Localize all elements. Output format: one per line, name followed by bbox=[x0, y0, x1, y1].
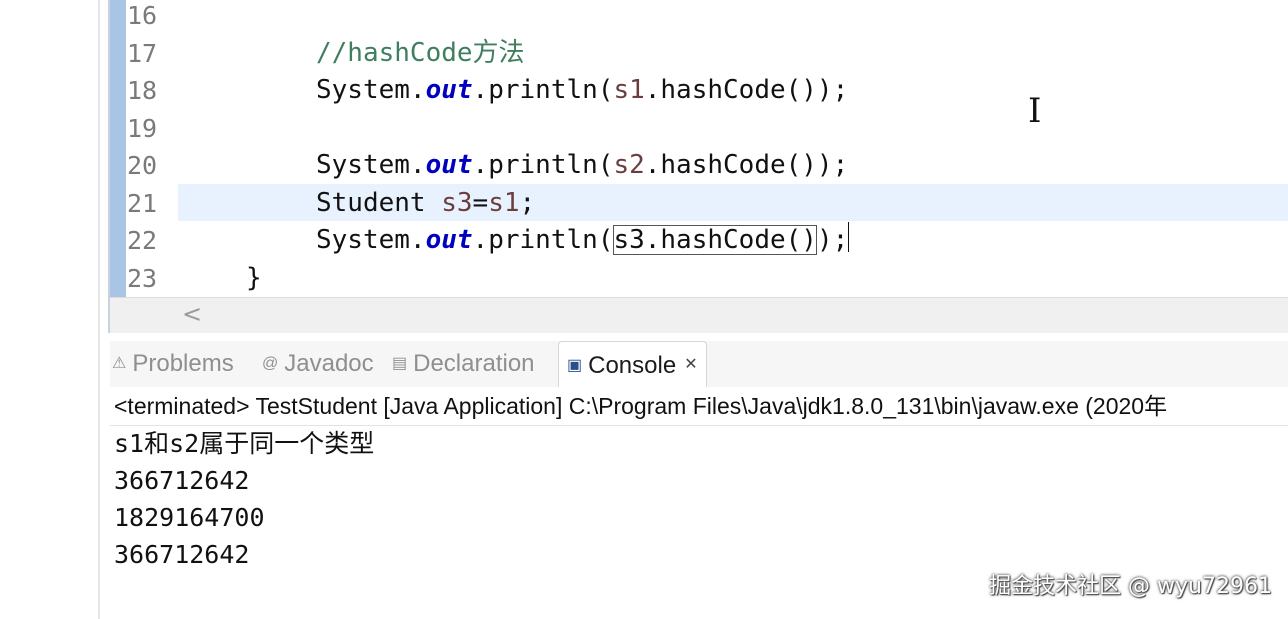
tab-console[interactable]: ▣ Console ✕ bbox=[558, 341, 707, 388]
line-number: 18 bbox=[127, 76, 158, 105]
line-number: 21 bbox=[127, 188, 158, 218]
tab-problems[interactable]: ⚠ Problems bbox=[112, 341, 234, 387]
line-number: 20 bbox=[127, 151, 158, 180]
console-output-line: s1和s2属于同一个类型 bbox=[114, 429, 375, 458]
code-token: .hashCode()); bbox=[644, 150, 849, 180]
code-token: ; bbox=[519, 187, 536, 218]
tab-javadoc[interactable]: @ Javadoc bbox=[262, 341, 374, 387]
overview-ruler[interactable] bbox=[110, 0, 126, 297]
text-cursor-icon: I bbox=[1028, 91, 1042, 131]
code-line[interactable]: Student s3=s1; bbox=[316, 185, 535, 222]
tab-label: Declaration bbox=[413, 350, 535, 377]
line-number: 19 bbox=[127, 113, 158, 143]
status-text: <terminated> TestStudent [Java Applicati… bbox=[114, 393, 1168, 419]
scroll-left-icon[interactable]: < bbox=[182, 300, 202, 328]
code-line[interactable]: System.out.println(s3.hashCode()); bbox=[316, 222, 850, 259]
tab-label: Console bbox=[588, 352, 677, 379]
code-token: out bbox=[425, 150, 473, 180]
declaration-icon: ▤ bbox=[392, 355, 408, 372]
code-line[interactable]: //hashCode方法 bbox=[316, 35, 525, 72]
console-tab-bar: ⚠ Problems @ Javadoc ▤ Declaration ▣ Console… bbox=[110, 341, 1288, 388]
text-caret bbox=[848, 222, 850, 252]
javadoc-icon: @ bbox=[262, 355, 279, 372]
code-token: out bbox=[425, 225, 473, 255]
code-line[interactable]: System.out.println(s2.hashCode()); bbox=[316, 147, 848, 184]
left-divider bbox=[98, 0, 100, 619]
code-line[interactable]: System.out.println(s1.hashCode()); bbox=[316, 72, 848, 109]
code-token: .println( bbox=[472, 150, 614, 180]
code-token: ); bbox=[816, 225, 849, 255]
code-token: = bbox=[472, 187, 489, 218]
code-token: s3 bbox=[441, 187, 473, 218]
line-number: 16 bbox=[127, 1, 158, 30]
console-output-line: 1829164700 bbox=[114, 503, 265, 532]
code-token: } bbox=[246, 262, 262, 293]
console-status-line: <terminated> TestStudent [Java Applicati… bbox=[110, 387, 1288, 426]
code-line[interactable]: } bbox=[246, 260, 262, 297]
watermark: 掘金技术社区 @ wyu72961 bbox=[989, 574, 1272, 599]
line-number: 22 bbox=[127, 226, 158, 255]
tab-label: Javadoc bbox=[284, 350, 374, 377]
panel-separator bbox=[110, 333, 1288, 341]
tab-label: Problems bbox=[132, 350, 234, 377]
code-token: out bbox=[425, 75, 473, 105]
code-token: .hashCode()); bbox=[644, 75, 849, 105]
code-token: s1 bbox=[613, 75, 645, 105]
matched-bracket-region: s3.hashCode() bbox=[613, 225, 817, 255]
left-margin bbox=[0, 0, 100, 619]
line-number: 23 bbox=[127, 263, 158, 293]
horizontal-scrollbar[interactable]: < bbox=[110, 297, 1288, 334]
code-token: //hashCode方法 bbox=[316, 37, 525, 68]
code-token: .println( bbox=[472, 75, 614, 105]
code-token: System. bbox=[316, 150, 426, 180]
code-token: Student bbox=[316, 187, 442, 218]
tab-declaration[interactable]: ▤ Declaration bbox=[392, 341, 535, 387]
code-token: .println( bbox=[472, 225, 614, 255]
code-token: s2 bbox=[613, 150, 645, 180]
line-number: 17 bbox=[127, 38, 158, 68]
problems-icon: ⚠ bbox=[112, 355, 127, 372]
close-icon[interactable]: ✕ bbox=[684, 356, 697, 373]
console-output-line: 366712642 bbox=[114, 466, 250, 495]
console-icon: ▣ bbox=[567, 357, 583, 374]
code-token: System. bbox=[316, 75, 426, 105]
code-token: s1 bbox=[488, 187, 520, 218]
code-token: System. bbox=[316, 225, 426, 255]
console-output-line: 366712642 bbox=[114, 540, 250, 569]
